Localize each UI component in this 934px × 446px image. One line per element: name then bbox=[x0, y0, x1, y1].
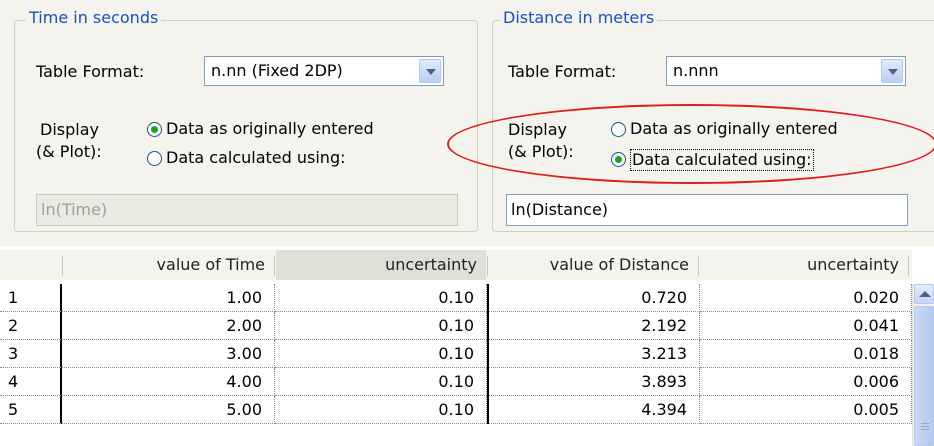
header-value-of-time[interactable]: value of Time bbox=[62, 250, 274, 280]
cell-distance-uncertainty[interactable]: 0.006 bbox=[700, 368, 912, 396]
scroll-thumb[interactable] bbox=[914, 306, 934, 446]
grip-line bbox=[921, 426, 929, 427]
distance-radio-calculated-label[interactable]: Data calculated using: bbox=[630, 149, 814, 171]
header-separator bbox=[698, 256, 699, 276]
cell-value-of-time[interactable]: 3.00 bbox=[62, 340, 275, 368]
distance-table-format-select[interactable]: n.nnn bbox=[666, 56, 906, 86]
cell-value-of-time[interactable]: 1.00 bbox=[62, 284, 275, 312]
time-radio-original-label[interactable]: Data as originally entered bbox=[166, 119, 374, 139]
table-row[interactable]: 3 3.00 0.10 3.213 0.018 bbox=[0, 340, 912, 368]
cell-value-of-time[interactable]: 2.00 bbox=[62, 312, 275, 340]
cell-distance-uncertainty[interactable]: 0.020 bbox=[700, 284, 912, 312]
chevron-down-icon[interactable] bbox=[419, 59, 441, 83]
grip-line bbox=[921, 429, 929, 430]
row-number[interactable]: 4 bbox=[0, 368, 62, 396]
table-row[interactable]: 4 4.00 0.10 3.893 0.006 bbox=[0, 368, 912, 396]
column-group-divider bbox=[487, 368, 489, 396]
cell-value-of-distance[interactable]: 3.213 bbox=[489, 340, 700, 368]
header-separator bbox=[487, 256, 488, 276]
cell-value-of-distance[interactable]: 3.893 bbox=[489, 368, 700, 396]
column-group-divider bbox=[487, 284, 489, 312]
cell-value-of-time[interactable]: 4.00 bbox=[62, 368, 275, 396]
time-formula-field: ln(Time) bbox=[36, 194, 458, 226]
cell-value-of-time[interactable]: 5.00 bbox=[62, 396, 275, 424]
header-value-of-distance[interactable]: value of Distance bbox=[489, 250, 698, 280]
time-table-format-select[interactable]: n.nn (Fixed 2DP) bbox=[204, 56, 444, 86]
cell-time-uncertainty[interactable]: 0.10 bbox=[275, 368, 487, 396]
row-number[interactable]: 2 bbox=[0, 312, 62, 340]
header-distance-uncertainty[interactable]: uncertainty bbox=[700, 250, 908, 280]
cell-time-uncertainty[interactable]: 0.10 bbox=[275, 284, 487, 312]
distance-panel: Distance in meters Table Format: n.nnn D… bbox=[488, 0, 934, 242]
time-display-plot-label: (& Plot): bbox=[36, 142, 102, 161]
time-panel-legend: Time in seconds bbox=[26, 8, 162, 28]
cell-time-uncertainty[interactable]: 0.10 bbox=[275, 312, 487, 340]
scroll-up-icon[interactable] bbox=[914, 284, 934, 304]
distance-formula-field[interactable]: ln(Distance) bbox=[506, 194, 908, 226]
column-group-divider bbox=[487, 396, 489, 424]
distance-display-plot-label: (& Plot): bbox=[508, 142, 574, 161]
time-radio-calculated[interactable] bbox=[147, 151, 162, 166]
cell-time-uncertainty[interactable]: 0.10 bbox=[275, 340, 487, 368]
cell-value-of-distance[interactable]: 0.720 bbox=[489, 284, 700, 312]
distance-table-format-label: Table Format: bbox=[508, 62, 617, 81]
header-time-uncertainty[interactable]: uncertainty bbox=[276, 250, 486, 280]
cell-time-uncertainty[interactable]: 0.10 bbox=[275, 396, 487, 424]
distance-radio-original-label[interactable]: Data as originally entered bbox=[630, 119, 838, 139]
row-number[interactable]: 3 bbox=[0, 340, 62, 368]
distance-radio-calculated[interactable] bbox=[611, 152, 626, 167]
table-row[interactable]: 2 2.00 0.10 2.192 0.041 bbox=[0, 312, 912, 340]
header-separator bbox=[274, 256, 275, 276]
time-display-label: Display bbox=[40, 120, 99, 139]
distance-panel-legend: Distance in meters bbox=[500, 8, 658, 28]
time-formula-text: ln(Time) bbox=[41, 200, 108, 219]
chevron-down-icon[interactable] bbox=[881, 59, 903, 83]
column-group-divider bbox=[487, 340, 489, 368]
distance-formula-text[interactable]: ln(Distance) bbox=[511, 200, 608, 220]
row-number[interactable]: 5 bbox=[0, 396, 62, 424]
time-table-format-label: Table Format: bbox=[36, 62, 145, 81]
time-radio-original[interactable] bbox=[147, 122, 162, 137]
time-panel: Time in seconds Table Format: n.nn (Fixe… bbox=[0, 0, 488, 242]
column-group-divider bbox=[487, 312, 489, 340]
distance-radio-original[interactable] bbox=[611, 122, 626, 137]
time-radio-calculated-label[interactable]: Data calculated using: bbox=[166, 148, 346, 168]
header-separator bbox=[908, 256, 909, 276]
grip-line bbox=[921, 423, 929, 424]
distance-table-format-value: n.nnn bbox=[673, 61, 719, 80]
cell-distance-uncertainty[interactable]: 0.005 bbox=[700, 396, 912, 424]
cell-distance-uncertainty[interactable]: 0.041 bbox=[700, 312, 912, 340]
row-number[interactable]: 1 bbox=[0, 284, 62, 312]
cell-value-of-distance[interactable]: 4.394 bbox=[489, 396, 700, 424]
table-row[interactable]: 5 5.00 0.10 4.394 0.005 bbox=[0, 396, 912, 424]
cell-distance-uncertainty[interactable]: 0.018 bbox=[700, 340, 912, 368]
distance-display-label: Display bbox=[508, 120, 567, 139]
table-row[interactable]: 1 1.00 0.10 0.720 0.020 bbox=[0, 284, 912, 312]
cell-value-of-distance[interactable]: 2.192 bbox=[489, 312, 700, 340]
vertical-scrollbar[interactable] bbox=[912, 284, 934, 446]
time-table-format-value: n.nn (Fixed 2DP) bbox=[211, 61, 343, 80]
